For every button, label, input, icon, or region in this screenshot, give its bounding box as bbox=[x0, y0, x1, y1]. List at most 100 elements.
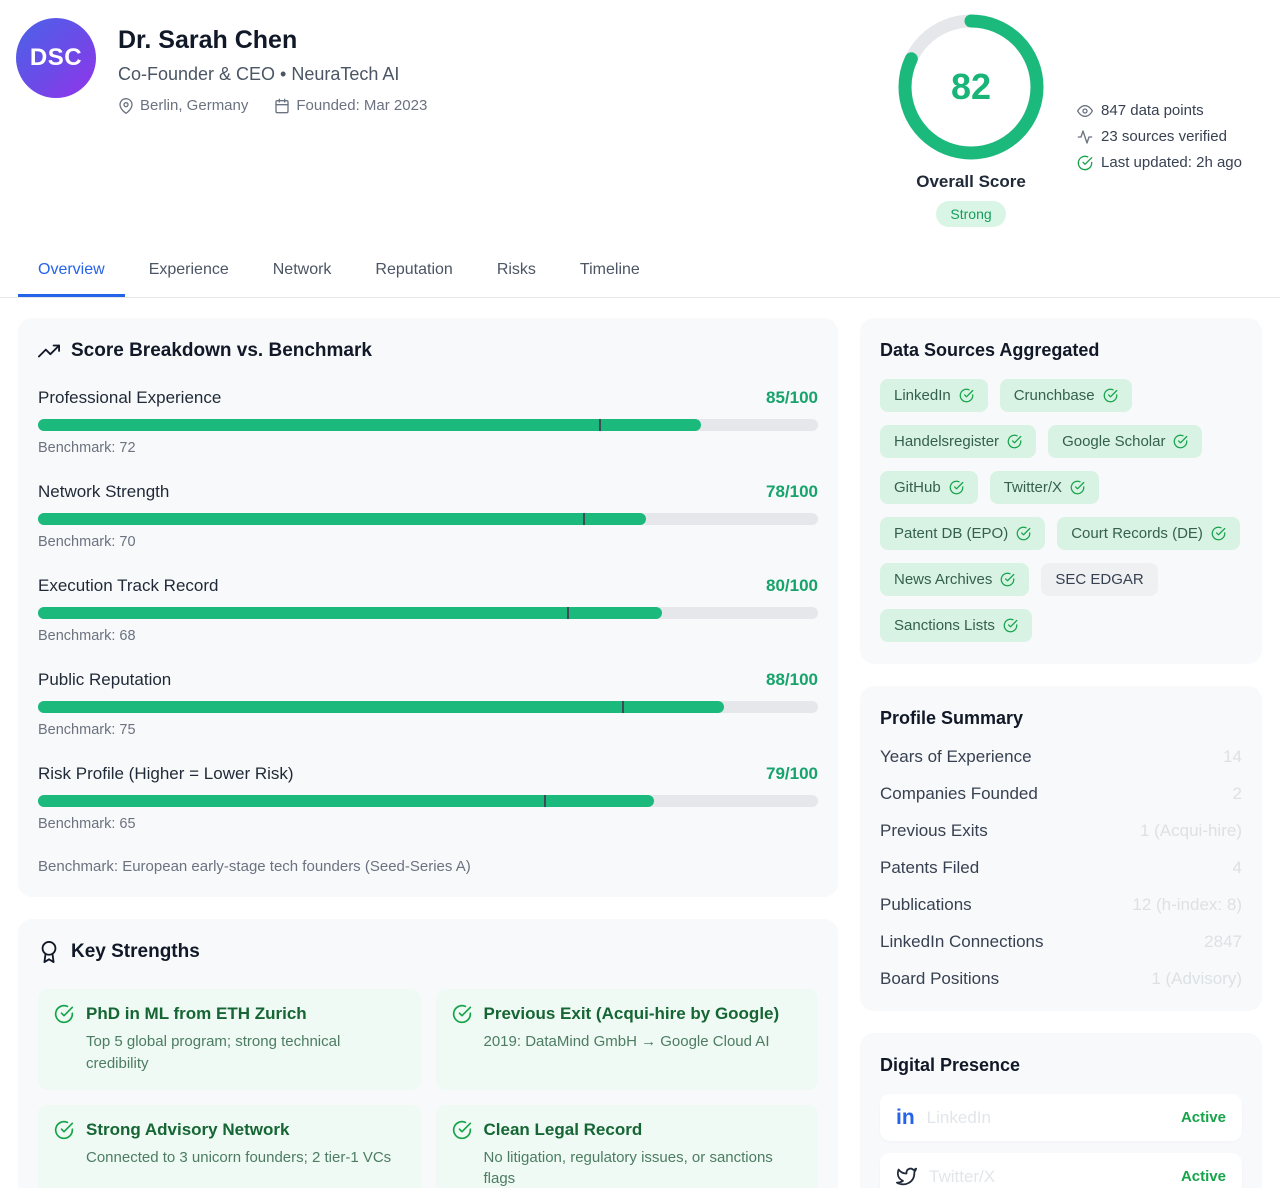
key-strengths-card: Key Strengths PhD in ML from ETH ZurichT… bbox=[18, 919, 838, 1188]
verified-check-icon bbox=[1211, 526, 1226, 541]
avatar: DSC bbox=[16, 18, 96, 98]
tab-risks[interactable]: Risks bbox=[477, 249, 556, 297]
metric-bar-fill bbox=[38, 419, 701, 431]
profile-role: Co-Founder & CEO • NeuraTech AI bbox=[118, 64, 891, 85]
summary-value: 4 bbox=[1233, 858, 1242, 878]
check-circle-icon bbox=[54, 1004, 74, 1024]
source-chip: Court Records (DE) bbox=[1057, 517, 1240, 550]
source-chip-label: Sanctions Lists bbox=[894, 617, 995, 634]
strength-item: Clean Legal RecordNo litigation, regulat… bbox=[436, 1105, 819, 1188]
profile-info: Dr. Sarah Chen Co-Founder & CEO • NeuraT… bbox=[118, 18, 891, 227]
avatar-initials: DSC bbox=[30, 44, 82, 72]
founded-text: Founded: Mar 2023 bbox=[296, 97, 427, 114]
check-circle-icon bbox=[54, 1120, 74, 1140]
metric-row: Public Reputation88/100Benchmark: 75 bbox=[38, 670, 818, 738]
strength-title: Clean Legal Record bbox=[484, 1120, 643, 1140]
tab-network[interactable]: Network bbox=[253, 249, 352, 297]
metric-row: Professional Experience85/100Benchmark: … bbox=[38, 388, 818, 456]
summary-label: Previous Exits bbox=[880, 821, 988, 841]
summary-value: 14 bbox=[1223, 747, 1242, 767]
stat-item: Last updated: 2h ago bbox=[1077, 154, 1242, 171]
profile-summary-list: Years of Experience 14 Companies Founded 2 P… bbox=[880, 747, 1242, 989]
calendar-icon bbox=[274, 98, 290, 114]
summary-label: LinkedIn Connections bbox=[880, 932, 1044, 952]
source-chip-label: Twitter/X bbox=[1004, 479, 1062, 496]
check-circle-icon bbox=[452, 1120, 472, 1140]
verified-check-icon bbox=[949, 480, 964, 495]
tab-overview[interactable]: Overview bbox=[18, 249, 125, 297]
metric-row: Risk Profile (Higher = Lower Risk)79/100… bbox=[38, 764, 818, 832]
verified-check-icon bbox=[1103, 388, 1118, 403]
verified-check-icon bbox=[1000, 572, 1015, 587]
digital-presence-title: Digital Presence bbox=[880, 1055, 1242, 1076]
benchmark-tick bbox=[567, 607, 569, 619]
metric-label: Network Strength bbox=[38, 482, 169, 502]
strength-item: Previous Exit (Acqui-hire by Google)2019… bbox=[436, 989, 819, 1090]
benchmark-label: Benchmark: 68 bbox=[38, 628, 818, 644]
metric-value: 79/100 bbox=[766, 764, 818, 784]
profile-summary-card: Profile Summary Years of Experience14Com… bbox=[860, 686, 1262, 1011]
check-circle-icon bbox=[452, 1004, 472, 1024]
tab-reputation[interactable]: Reputation bbox=[355, 249, 472, 297]
benchmark-tick bbox=[583, 513, 585, 525]
summary-label: Companies Founded bbox=[880, 784, 1038, 804]
metric-label: Execution Track Record bbox=[38, 576, 218, 596]
strength-description: Connected to 3 unicorn founders; 2 tier-… bbox=[86, 1147, 405, 1169]
benchmark-tick bbox=[622, 701, 624, 713]
tab-experience[interactable]: Experience bbox=[129, 249, 249, 297]
tab-bar: OverviewExperienceNetworkReputationRisks… bbox=[0, 249, 1280, 298]
metric-bar bbox=[38, 701, 818, 713]
summary-value: 12 (h-index: 8) bbox=[1132, 895, 1242, 915]
stat-label: Last updated: 2h ago bbox=[1101, 154, 1242, 171]
summary-row: Previous Exits1 (Acqui-hire) bbox=[880, 821, 1242, 841]
strength-description: Top 5 global program; strong technical c… bbox=[86, 1031, 405, 1075]
benchmark-label: Benchmark: 72 bbox=[38, 440, 818, 456]
summary-label: Years of Experience bbox=[880, 747, 1032, 767]
metric-bar-fill bbox=[38, 795, 654, 807]
data-source-chips: LinkedIn Crunchbase Handelsregister Google … bbox=[880, 379, 1242, 642]
right-column: Data Sources Aggregated LinkedInCrunchba… bbox=[860, 318, 1262, 1188]
founded-item: Founded: Mar 2023 bbox=[274, 97, 427, 114]
presence-status: Active bbox=[1181, 1168, 1226, 1185]
summary-value: 2847 bbox=[1204, 932, 1242, 952]
key-strengths-header: Key Strengths bbox=[38, 941, 818, 963]
presence-row-twitterx[interactable]: Twitter/X Active bbox=[880, 1153, 1242, 1188]
presence-platform-name: Twitter/X bbox=[929, 1167, 1169, 1187]
source-chip-label: News Archives bbox=[894, 571, 992, 588]
profile-meta: Berlin, Germany Founded: Mar 2023 bbox=[118, 97, 891, 114]
source-chip: SEC EDGAR bbox=[1041, 563, 1157, 596]
left-column: Score Breakdown vs. Benchmark Profession… bbox=[18, 318, 838, 1188]
stat-label: 23 sources verified bbox=[1101, 128, 1227, 145]
verification-stats: 847 data points 23 sources verified Last u… bbox=[1077, 102, 1242, 227]
source-chip: News Archives bbox=[880, 563, 1029, 596]
summary-value: 1 (Advisory) bbox=[1151, 969, 1242, 989]
location-text: Berlin, Germany bbox=[140, 97, 248, 114]
source-chip: Handelsregister bbox=[880, 425, 1036, 458]
source-chip-label: Crunchbase bbox=[1014, 387, 1095, 404]
summary-label: Patents Filed bbox=[880, 858, 979, 878]
verified-check-icon bbox=[1003, 618, 1018, 633]
source-chip-label: Handelsregister bbox=[894, 433, 999, 450]
trending-up-icon bbox=[38, 340, 60, 362]
metric-bar bbox=[38, 607, 818, 619]
profile-header: DSC Dr. Sarah Chen Co-Founder & CEO • Ne… bbox=[0, 0, 1280, 227]
summary-label: Publications bbox=[880, 895, 972, 915]
metric-bar bbox=[38, 513, 818, 525]
strength-item: PhD in ML from ETH ZurichTop 5 global pr… bbox=[38, 989, 421, 1090]
source-chip-label: Google Scholar bbox=[1062, 433, 1165, 450]
metric-value: 80/100 bbox=[766, 576, 818, 596]
overall-score-value: 82 bbox=[896, 12, 1046, 162]
source-chip: Patent DB (EPO) bbox=[880, 517, 1045, 550]
summary-value: 2 bbox=[1233, 784, 1242, 804]
metric-label: Professional Experience bbox=[38, 388, 221, 408]
strength-title: Strong Advisory Network bbox=[86, 1120, 289, 1140]
metric-bar bbox=[38, 795, 818, 807]
source-chip-label: LinkedIn bbox=[894, 387, 951, 404]
summary-row: Companies Founded 2 bbox=[880, 784, 1242, 804]
metric-value: 88/100 bbox=[766, 670, 818, 690]
presence-row-linkedin[interactable]: inLinkedInActive bbox=[880, 1094, 1242, 1141]
source-chip: GitHub bbox=[880, 471, 978, 504]
tab-timeline[interactable]: Timeline bbox=[560, 249, 660, 297]
eye-icon bbox=[1077, 103, 1093, 119]
stat-item: 847 data points bbox=[1077, 102, 1242, 119]
